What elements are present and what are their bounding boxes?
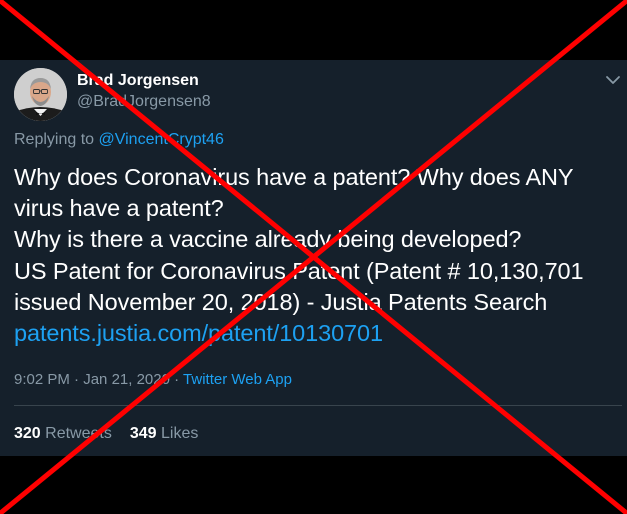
replying-to-link[interactable]: @VincentCrypt46 (99, 131, 224, 148)
tweet-card: Brad Jorgensen @BradJorgensen8 Replying … (0, 60, 627, 456)
tweet-text-line: issued November 20, 2018) - Justia Paten… (14, 288, 548, 315)
meta-separator: · (169, 371, 184, 388)
author-avatar[interactable] (14, 68, 67, 121)
tweet-text-line: Why is there a vaccine already being dev… (14, 226, 522, 253)
replying-to-label: Replying to (14, 131, 99, 148)
retweets-stat[interactable]: 320 Retweets (14, 425, 112, 442)
retweets-label: Retweets (40, 425, 112, 442)
likes-label: Likes (156, 425, 199, 442)
author-handle[interactable]: @BradJorgensen8 (77, 93, 211, 111)
tweet-meta: 9:02 PM · Jan 21, 2020 · Twitter Web App (14, 371, 292, 388)
meta-separator: · (69, 371, 84, 388)
tweet-text: Why does Coronavirus have a patent? Why … (14, 162, 619, 349)
tweet-time[interactable]: 9:02 PM (14, 371, 70, 388)
tweet-source-link[interactable]: Twitter Web App (183, 371, 292, 388)
tweet-text-line: US Patent for Coronavirus Patent (Patent… (14, 257, 584, 284)
author-display-name[interactable]: Brad Jorgensen (77, 72, 199, 90)
replying-to: Replying to @VincentCrypt46 (14, 131, 224, 149)
tweet-text-line: virus have a patent? (14, 195, 224, 222)
chevron-down-icon[interactable] (604, 73, 622, 87)
screenshot: Brad Jorgensen @BradJorgensen8 Replying … (0, 0, 627, 514)
retweets-count: 320 (14, 425, 41, 442)
patent-link[interactable]: patents.justia.com/patent/10130701 (14, 318, 619, 349)
tweet-text-line: Why does Coronavirus have a patent? Why … (14, 164, 574, 190)
tweet-stats: 320 Retweets 349 Likes (14, 425, 198, 443)
tweet-date[interactable]: Jan 21, 2020 (83, 371, 170, 388)
divider (14, 405, 622, 406)
likes-count: 349 (129, 425, 157, 442)
likes-stat[interactable]: 349 Likes (130, 425, 199, 442)
person-avatar-icon (14, 68, 67, 121)
